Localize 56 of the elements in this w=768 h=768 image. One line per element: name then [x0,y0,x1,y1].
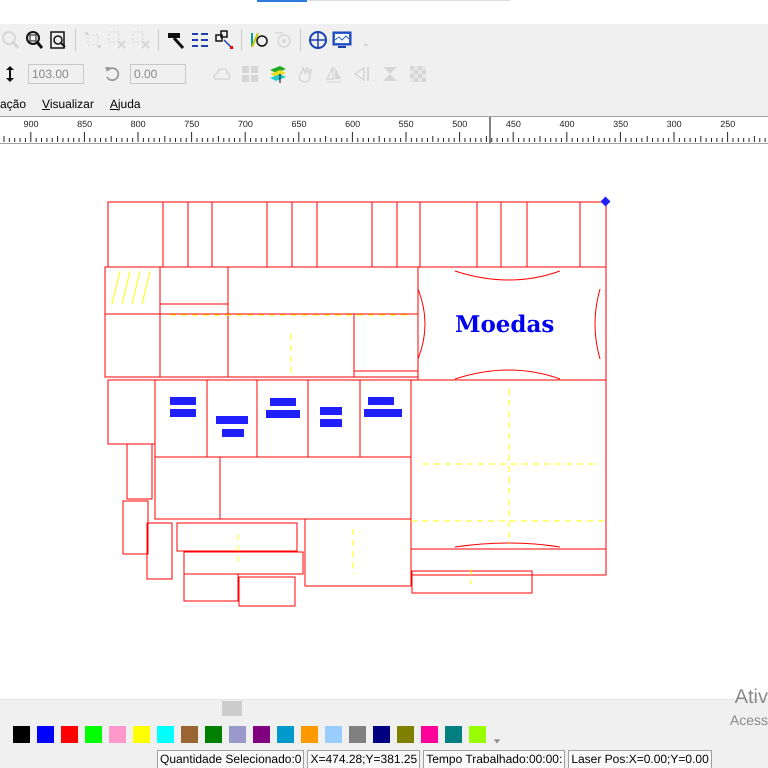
color-swatch[interactable] [181,726,198,742]
color-swatch[interactable] [349,726,366,742]
layers-icon[interactable] [268,64,288,84]
scroll-thumb[interactable] [222,701,242,716]
ruler-label: 800 [130,119,146,129]
caret-icon[interactable] [493,737,501,745]
status-panel: Quantidade Selecionado:0 [157,750,304,768]
color-swatch[interactable] [133,726,150,742]
color-swatch[interactable] [13,726,30,742]
ruler-label: 500 [452,119,468,129]
color-swatch[interactable] [205,726,222,742]
target-icon[interactable] [308,30,328,50]
monitor-icon[interactable] [332,30,352,50]
menu-item[interactable]: Ajuda [110,97,141,111]
ruler-label: 850 [77,119,92,129]
color-swatch[interactable] [109,726,126,742]
color-swatch[interactable] [325,726,342,742]
color-swatch[interactable] [421,726,438,742]
list-icon[interactable] [190,30,210,50]
color-swatch[interactable] [85,726,102,742]
ruler-label: 650 [291,119,307,129]
page-zoom-icon[interactable] [48,30,68,50]
color-swatch[interactable] [157,726,174,742]
ruler-label: 300 [666,119,682,129]
zoom-window-icon[interactable] [24,30,44,50]
color-swatch[interactable] [445,726,462,742]
status-panel: Laser Pos:X=0.00;Y=0.00 [568,750,712,768]
ruler-label: 250 [720,119,736,129]
menu-item[interactable]: Visualizar [42,97,94,111]
color-swatch[interactable] [37,726,54,742]
color-swatch[interactable] [469,726,486,742]
hammer-icon[interactable] [166,30,186,50]
status-panel: X=474.28;Y=381.25 [307,750,420,768]
node-arrow-icon[interactable] [214,30,234,50]
color-swatch[interactable] [61,726,78,742]
ruler-label: 400 [559,119,575,129]
curve-icon[interactable] [249,30,269,50]
ruler-label: 700 [238,119,253,129]
color-swatch[interactable] [277,726,294,742]
status-panel: Tempo Trabalhado:00:00: [423,750,566,768]
color-swatch[interactable] [229,726,246,742]
color-swatch[interactable] [301,726,318,742]
activation-notice: Ativ [734,686,768,709]
engraving-text: Moedas [455,311,554,338]
ruler-label: 750 [184,119,200,129]
ruler-label: 600 [345,119,360,129]
ruler-label: 350 [613,119,628,129]
ruler-label: 900 [23,119,39,129]
rotate-icon [102,64,122,84]
activation-notice: Acess [730,712,768,728]
color-swatch[interactable] [373,726,390,742]
ruler-label: 550 [398,119,414,129]
color-swatch[interactable] [397,726,414,742]
ruler-label: 450 [506,119,521,129]
color-swatch[interactable] [253,726,270,742]
menu-item[interactable]: ação [0,97,26,111]
